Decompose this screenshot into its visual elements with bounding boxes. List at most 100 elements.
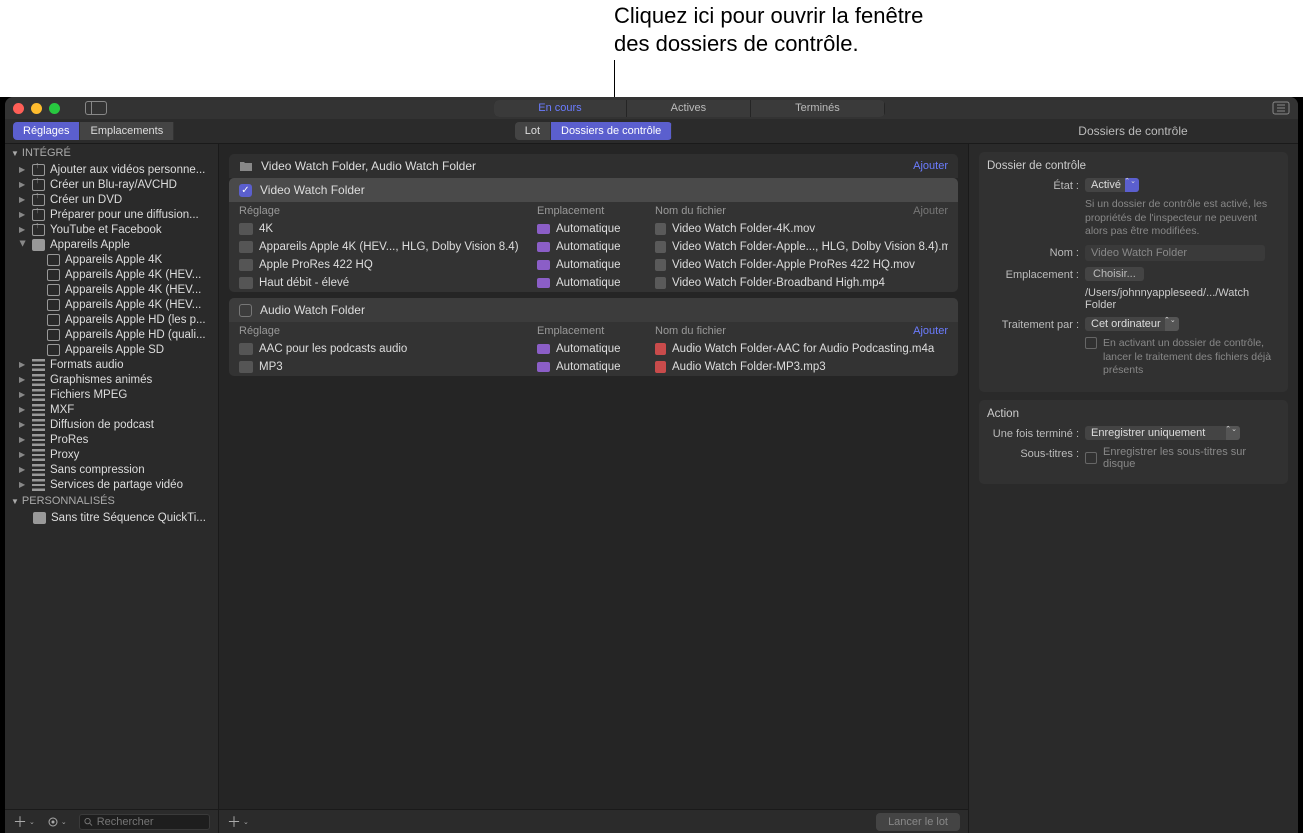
toggle-sidebar-icon[interactable] bbox=[85, 101, 107, 115]
zoom-window-icon[interactable] bbox=[49, 103, 60, 114]
disclosure-triangle-icon[interactable]: ▶ bbox=[19, 180, 27, 189]
sidebar-item-label: Services de partage vidéo bbox=[50, 479, 183, 491]
minimize-window-icon[interactable] bbox=[31, 103, 42, 114]
seg-active[interactable]: Actives bbox=[627, 100, 751, 117]
tab-reglages[interactable]: Réglages bbox=[13, 122, 80, 140]
output-row[interactable]: Haut débit - élevéAutomatiqueVideo Watch… bbox=[229, 274, 958, 292]
add-preset-button[interactable]: ＋⌄ bbox=[13, 812, 35, 832]
search-box[interactable] bbox=[79, 814, 210, 830]
tab-emplacements[interactable]: Emplacements bbox=[80, 122, 174, 140]
tab-lot[interactable]: Lot bbox=[515, 122, 551, 140]
sidebar-item-label: Appareils Apple 4K (HEV... bbox=[65, 284, 201, 296]
sidebar-item[interactable]: ▶MXF bbox=[5, 402, 218, 417]
state-select[interactable]: Activé bbox=[1085, 178, 1139, 192]
sidebar-item[interactable]: ▶Fichiers MPEG bbox=[5, 387, 218, 402]
disclosure-triangle-icon[interactable]: ▶ bbox=[19, 465, 27, 474]
seg-current[interactable]: En cours bbox=[494, 100, 626, 117]
preset-icon bbox=[239, 223, 253, 235]
watch-folder-title-row[interactable]: Audio Watch Folder bbox=[229, 298, 958, 322]
disclosure-triangle-icon[interactable]: ▶ bbox=[19, 435, 27, 444]
disclosure-triangle-icon[interactable]: ▶ bbox=[19, 480, 27, 489]
sidebar-item-label: Sans titre Séquence QuickTi... bbox=[51, 512, 206, 524]
sidebar-item[interactable]: Appareils Apple HD (quali... bbox=[5, 327, 218, 342]
device-icon bbox=[47, 314, 60, 326]
output-row[interactable]: Apple ProRes 422 HQAutomatiqueVideo Watc… bbox=[229, 256, 958, 274]
disclosure-triangle-icon[interactable]: ▶ bbox=[19, 210, 27, 219]
watch-folder-title-row[interactable]: Video Watch Folder bbox=[229, 178, 958, 202]
center-tabs[interactable]: Lot Dossiers de contrôle bbox=[515, 122, 673, 140]
process-existing-checkbox[interactable] bbox=[1085, 337, 1097, 349]
inspector-panel: Dossier de contrôle État : Activé Si un … bbox=[968, 144, 1298, 833]
sidebar-tabs[interactable]: Réglages Emplacements bbox=[13, 122, 219, 140]
disclosure-triangle-icon[interactable]: ▶ bbox=[19, 165, 27, 174]
subtitles-label: Sous-titres : bbox=[987, 446, 1079, 460]
tree-header-personnalises[interactable]: ▼PERSONNALISÉS bbox=[5, 492, 218, 510]
name-input[interactable] bbox=[1085, 245, 1265, 261]
window-controls[interactable] bbox=[13, 103, 60, 114]
process-select[interactable]: Cet ordinateur bbox=[1085, 317, 1179, 331]
device-icon bbox=[47, 269, 60, 281]
once-done-select[interactable]: Enregistrer uniquement bbox=[1085, 426, 1240, 440]
disclosure-triangle-icon[interactable]: ▶ bbox=[19, 420, 27, 429]
sidebar-item[interactable]: ▶Créer un Blu-ray/AVCHD bbox=[5, 177, 218, 192]
disclosure-triangle-icon[interactable]: ▶ bbox=[19, 450, 27, 459]
sidebar-item[interactable]: ▶ Services de partage vidéo bbox=[5, 477, 218, 492]
preset-action-button[interactable]: ⌄ bbox=[47, 816, 67, 828]
filename-text: Audio Watch Folder-AAC for Audio Podcast… bbox=[672, 343, 934, 355]
sidebar-item[interactable]: ▶Créer un DVD bbox=[5, 192, 218, 207]
sidebar-item[interactable]: ▶Formats audio bbox=[5, 357, 218, 372]
sidebar-item[interactable]: ▶Ajouter aux vidéos personne... bbox=[5, 162, 218, 177]
sidebar-item[interactable]: ▶Diffusion de podcast bbox=[5, 417, 218, 432]
sidebar-item[interactable]: Appareils Apple 4K (HEV... bbox=[5, 297, 218, 312]
output-row[interactable]: MP3AutomatiqueAudio Watch Folder-MP3.mp3 bbox=[229, 358, 958, 376]
sidebar-item[interactable]: Appareils Apple 4K bbox=[5, 252, 218, 267]
output-row[interactable]: 4KAutomatiqueVideo Watch Folder-4K.mov bbox=[229, 220, 958, 238]
location-label: Emplacement : bbox=[987, 267, 1079, 281]
location-text: Automatique bbox=[556, 343, 621, 355]
sidebar-item[interactable]: ▶ProRes bbox=[5, 432, 218, 447]
preset-name: Apple ProRes 422 HQ bbox=[259, 259, 373, 271]
seg-done[interactable]: Terminés bbox=[751, 100, 885, 117]
stack-icon bbox=[32, 434, 45, 446]
sidebar-item[interactable]: Appareils Apple 4K (HEV... bbox=[5, 282, 218, 297]
location-text: Automatique bbox=[556, 277, 621, 289]
close-window-icon[interactable] bbox=[13, 103, 24, 114]
sidebar-item[interactable]: ▶Sans compression bbox=[5, 462, 218, 477]
disclosure-triangle-icon[interactable]: ▶ bbox=[19, 241, 28, 249]
search-input[interactable] bbox=[97, 816, 205, 828]
add-output-link[interactable]: Ajouter bbox=[913, 325, 948, 337]
sidebar-item[interactable]: ▶Préparer pour une diffusion... bbox=[5, 207, 218, 222]
preset-icon bbox=[33, 512, 46, 524]
sidebar-item[interactable]: ▶Appareils Apple bbox=[5, 237, 218, 252]
sidebar-item[interactable]: Appareils Apple 4K (HEV... bbox=[5, 267, 218, 282]
choose-location-button[interactable]: Choisir... bbox=[1085, 267, 1144, 281]
disclosure-triangle-icon[interactable]: ▶ bbox=[19, 405, 27, 414]
disclosure-triangle-icon[interactable]: ▶ bbox=[19, 375, 27, 384]
watch-folder-checkbox[interactable] bbox=[239, 304, 252, 317]
watch-folder-block: Audio Watch FolderRéglageEmplacementNom … bbox=[229, 298, 958, 376]
disclosure-triangle-icon[interactable]: ▶ bbox=[19, 360, 27, 369]
sidebar-item[interactable]: ▶YouTube et Facebook bbox=[5, 222, 218, 237]
disclosure-triangle-icon[interactable]: ▶ bbox=[19, 225, 27, 234]
sidebar-item[interactable]: Sans titre Séquence QuickTi... bbox=[5, 510, 218, 525]
output-row[interactable]: AAC pour les podcasts audioAutomatiqueAu… bbox=[229, 340, 958, 358]
sidebar-item[interactable]: Appareils Apple SD bbox=[5, 342, 218, 357]
watch-folder-columns: RéglageEmplacementNom du fichierAjouter bbox=[229, 322, 958, 340]
add-watch-folder-link[interactable]: Ajouter bbox=[913, 160, 948, 172]
sidebar-item[interactable]: Appareils Apple HD (les p... bbox=[5, 312, 218, 327]
toolbar: Réglages Emplacements Lot Dossiers de co… bbox=[5, 119, 1298, 144]
add-batch-button[interactable]: ＋⌄ bbox=[227, 812, 249, 832]
disclosure-triangle-icon[interactable]: ▶ bbox=[19, 195, 27, 204]
subtitles-checkbox[interactable] bbox=[1085, 452, 1097, 464]
tree-header-integre[interactable]: ▼INTÉGRÉ bbox=[5, 144, 218, 162]
output-row[interactable]: Appareils Apple 4K (HEV..., HLG, Dolby V… bbox=[229, 238, 958, 256]
watch-folder-checkbox[interactable] bbox=[239, 184, 252, 197]
add-output-link[interactable]: Ajouter bbox=[913, 205, 948, 217]
tab-dossiers-controle[interactable]: Dossiers de contrôle bbox=[551, 122, 672, 140]
status-segmented-control[interactable]: En cours Actives Terminés bbox=[494, 100, 885, 117]
launch-batch-button[interactable]: Lancer le lot bbox=[876, 813, 960, 831]
sidebar-item[interactable]: ▶Proxy bbox=[5, 447, 218, 462]
disclosure-triangle-icon[interactable]: ▶ bbox=[19, 390, 27, 399]
inspector-settings-icon[interactable] bbox=[1272, 101, 1290, 115]
sidebar-item[interactable]: ▶Graphismes animés bbox=[5, 372, 218, 387]
